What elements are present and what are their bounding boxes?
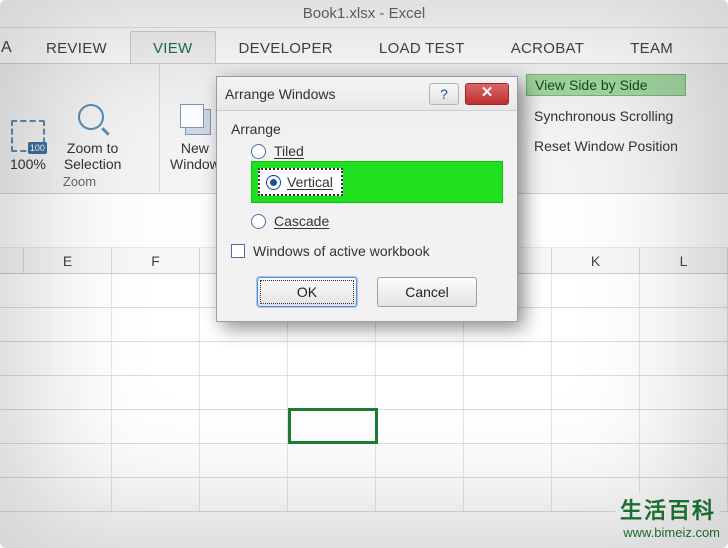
tab-load-test[interactable]: LOAD TEST	[356, 31, 488, 63]
new-window-icon	[178, 102, 212, 136]
checkbox-icon	[231, 244, 245, 258]
zoom-100-button[interactable]: 100%	[10, 118, 46, 172]
tab-team[interactable]: TEAM	[607, 31, 696, 63]
col-header-e[interactable]: E	[24, 248, 112, 273]
group-zoom: 100% Zoom to Selection Zoom	[0, 64, 160, 193]
new-window-label: New Window	[170, 140, 220, 172]
windows-of-active-workbook-checkbox[interactable]: Windows of active workbook	[231, 243, 503, 259]
active-cell[interactable]	[288, 408, 378, 444]
option-vertical-label: Vertical	[287, 174, 333, 190]
zoom-100-label: 100%	[10, 156, 46, 172]
zoom-to-selection-label: Zoom to Selection	[64, 140, 122, 172]
col-header-k[interactable]: K	[552, 248, 640, 273]
tab-developer[interactable]: DEVELOPER	[216, 31, 356, 63]
synchronous-scrolling-button[interactable]: Synchronous Scrolling	[526, 106, 686, 126]
tab-acrobat[interactable]: ACROBAT	[488, 31, 608, 63]
col-header-f[interactable]: F	[112, 248, 200, 273]
window-commands: View Side by Side Synchronous Scrolling …	[520, 64, 686, 156]
close-button[interactable]: ✕	[465, 83, 509, 105]
option-tiled-label: Tiled	[274, 143, 304, 159]
window-title: Book1.xlsx - Excel	[0, 0, 728, 28]
col-header-blank[interactable]	[0, 248, 24, 273]
radio-checked-icon	[266, 175, 281, 190]
arrange-group-label: Arrange	[231, 121, 503, 137]
cancel-button[interactable]: Cancel	[377, 277, 477, 307]
tab-view[interactable]: VIEW	[130, 31, 216, 63]
ribbon-tabs: A REVIEW VIEW DEVELOPER LOAD TEST ACROBA…	[0, 28, 728, 64]
option-cascade-label: Cascade	[274, 213, 329, 229]
group-zoom-label: Zoom	[10, 172, 149, 191]
option-cascade[interactable]: Cascade	[251, 213, 503, 229]
radio-icon	[251, 144, 266, 159]
zoom-100-icon	[11, 118, 45, 152]
watermark-text: 生活百科	[616, 493, 720, 525]
checkbox-label: Windows of active workbook	[253, 243, 430, 259]
col-header-l[interactable]: L	[640, 248, 728, 273]
zoom-to-selection-button[interactable]: Zoom to Selection	[64, 102, 122, 172]
arrange-windows-dialog: Arrange Windows ? ✕ Arrange Tiled Horizo…	[216, 76, 518, 322]
magnifier-icon	[76, 102, 110, 136]
tab-review[interactable]: REVIEW	[23, 31, 130, 63]
view-side-by-side-button[interactable]: View Side by Side	[526, 74, 686, 96]
highlight-box: Vertical	[251, 161, 503, 203]
tab-truncated[interactable]: A	[0, 30, 23, 63]
reset-window-position-button[interactable]: Reset Window Position	[526, 136, 686, 156]
option-tiled[interactable]: Tiled	[251, 143, 503, 159]
dialog-titlebar[interactable]: Arrange Windows ? ✕	[217, 77, 517, 111]
watermark: 生活百科 www.bimeiz.com	[616, 493, 720, 540]
dialog-title: Arrange Windows	[225, 86, 423, 102]
ok-button[interactable]: OK	[257, 277, 357, 307]
new-window-button[interactable]: New Window	[170, 102, 220, 172]
radio-icon	[251, 214, 266, 229]
help-button[interactable]: ?	[429, 83, 459, 105]
option-vertical[interactable]: Vertical	[258, 168, 343, 196]
watermark-url: www.bimeiz.com	[616, 525, 720, 540]
